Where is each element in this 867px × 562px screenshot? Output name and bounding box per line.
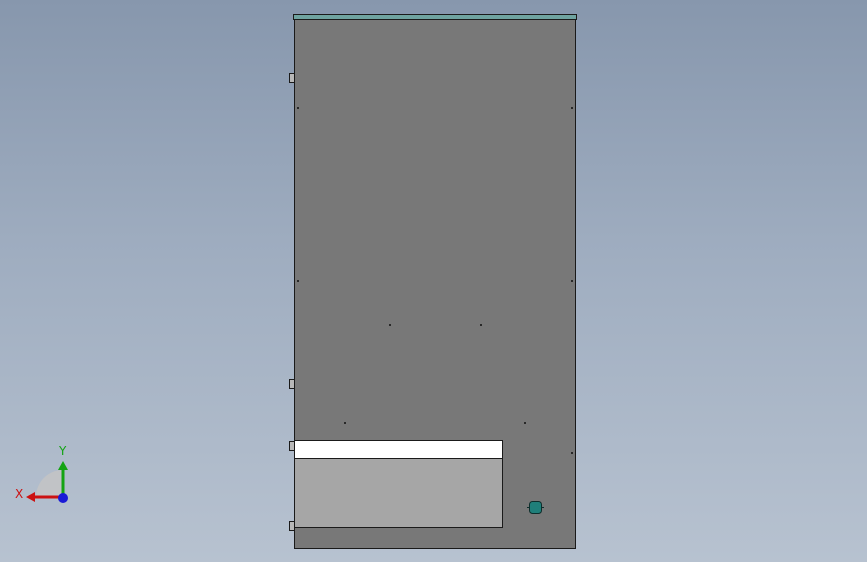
hinge-tab — [289, 521, 295, 531]
y-axis-arrow-icon — [58, 461, 68, 470]
cabinet-top-cap[interactable] — [293, 14, 577, 20]
door-handle[interactable] — [527, 501, 544, 514]
x-axis-arrow-icon — [26, 492, 35, 502]
hinge-tab — [289, 379, 295, 389]
mounting-hole — [389, 324, 391, 326]
mounting-hole — [297, 280, 299, 282]
z-axis-icon — [58, 493, 68, 503]
hinge-tab — [289, 73, 295, 83]
mounting-hole — [571, 107, 573, 109]
mounting-hole — [344, 422, 346, 424]
x-axis-label: X — [15, 487, 23, 501]
triad-plane-icon — [36, 470, 63, 497]
mounting-hole — [480, 324, 482, 326]
lower-panel[interactable] — [294, 458, 503, 528]
model-view[interactable]: X Y — [0, 0, 867, 562]
mounting-hole — [571, 280, 573, 282]
graphics-viewport[interactable]: X Y — [0, 0, 867, 562]
hinge-tab — [289, 441, 295, 451]
coordinate-triad: X Y — [15, 444, 68, 503]
mounting-hole — [297, 107, 299, 109]
mounting-hole — [524, 422, 526, 424]
lower-panel-header[interactable] — [294, 440, 503, 459]
y-axis-label: Y — [58, 444, 67, 458]
mounting-hole — [571, 452, 573, 454]
